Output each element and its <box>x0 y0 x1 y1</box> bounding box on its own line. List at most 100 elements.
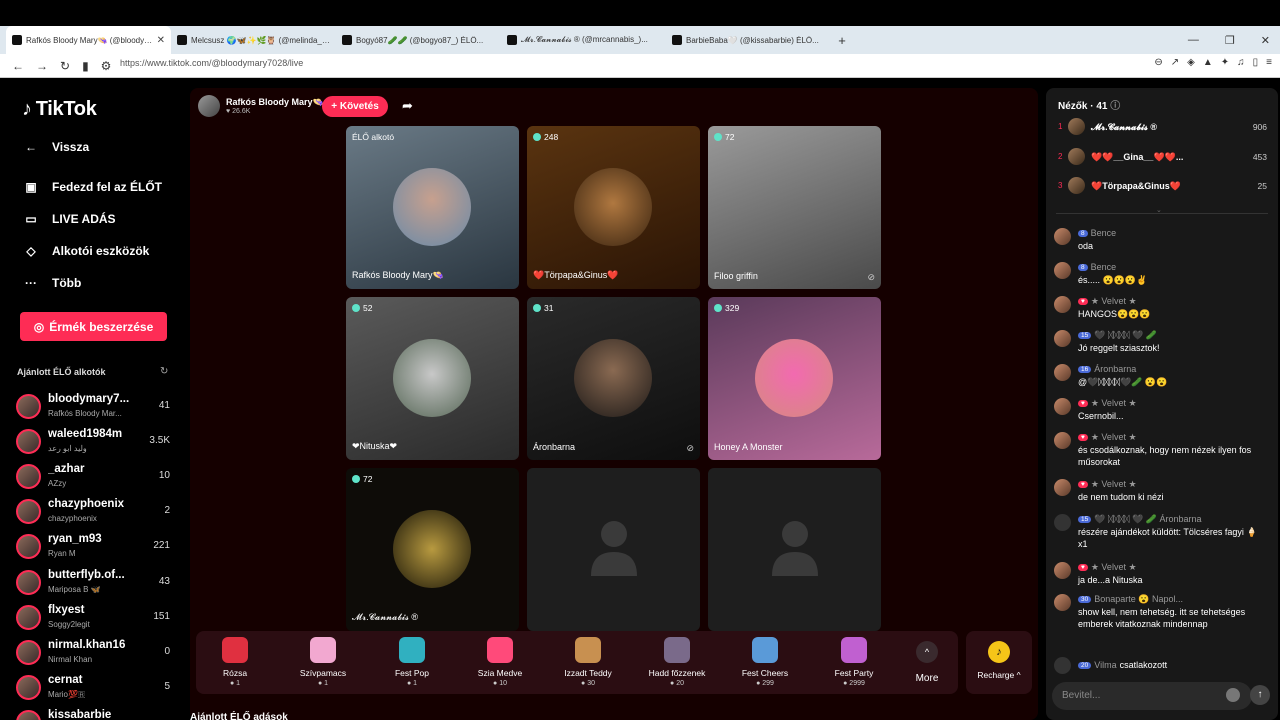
guest-tile[interactable]: 72 𝓜𝓻.𝓒𝓪𝓷𝓷𝓪𝓫𝓲𝓼 ® <box>346 468 519 631</box>
gift-item[interactable]: Izzadt Teddy ● 30 <box>546 637 630 687</box>
avatar[interactable] <box>1054 562 1071 579</box>
top-viewer[interactable]: 3 ❤️Törpapa&Ginus❤️ 25 <box>1056 177 1271 195</box>
share-arrow-icon[interactable]: ➦ <box>402 98 413 114</box>
gift-item[interactable]: Fest Pop ● 1 <box>370 637 454 687</box>
bear-icon <box>487 637 513 663</box>
minimize-icon[interactable]: — <box>1188 34 1199 46</box>
gift-item[interactable]: Fest Cheers ● 299 <box>723 637 807 687</box>
recharge-button[interactable]: ♪ Recharge ^ <box>966 631 1032 694</box>
username[interactable]: Vilma <box>1094 660 1116 670</box>
nav-go-live[interactable]: ▭ LIVE ADÁS <box>24 212 115 226</box>
close-icon[interactable]: ✕ <box>157 35 165 46</box>
guest-tile[interactable]: 31 Áronbarna ⊘ <box>527 297 700 460</box>
gift-item[interactable]: Szia Medve ● 10 <box>458 637 542 687</box>
empty-seat[interactable] <box>708 468 881 631</box>
gift-item[interactable]: Rózsa ● 1 <box>193 637 277 687</box>
shield-icon[interactable]: ◈ <box>1187 57 1195 68</box>
guest-tile[interactable]: 248 ❤️Törpapa&Ginus❤️ <box>527 126 700 289</box>
recommended-creator[interactable]: waleed1984m وليد ابو رعد 3.5K <box>16 427 176 457</box>
host-info[interactable]: Rafkós Bloody Mary👒 ♥ 26.6K <box>198 94 324 118</box>
share-icon[interactable]: ↗ <box>1171 57 1179 68</box>
avatar[interactable] <box>1054 330 1071 347</box>
username[interactable]: ★ Velvet ★ <box>1091 398 1137 409</box>
extension-icon[interactable]: ▲ <box>1203 57 1213 68</box>
avatar[interactable] <box>1054 296 1071 313</box>
username[interactable]: Bence <box>1091 262 1117 272</box>
recommended-creator[interactable]: _azhar AZzy 10 <box>16 462 176 492</box>
follow-button[interactable]: + Követés <box>322 96 388 117</box>
nav-creator-tools[interactable]: ◇ Alkotói eszközök <box>24 244 149 258</box>
new-tab-button[interactable]: + <box>831 33 853 48</box>
avatar <box>16 534 41 559</box>
avatar[interactable] <box>1054 479 1071 496</box>
guest-tile[interactable]: 52 ❤Nituska❤ <box>346 297 519 460</box>
refresh-icon[interactable]: ↻ <box>160 366 168 377</box>
message-header: ♥ ★ Velvet ★ <box>1078 398 1137 409</box>
host-avatar[interactable] <box>198 95 220 117</box>
message-header: 16 Áronbarna <box>1078 364 1136 374</box>
gift-item[interactable]: Fest Party ● 2999 <box>812 637 896 687</box>
recommended-creator[interactable]: chazyphoenix chazyphoenix 2 <box>16 497 176 527</box>
username[interactable]: ★ Velvet ★ <box>1091 562 1137 573</box>
top-viewer[interactable]: 2 ❤️❤️__Gina__❤️❤️... 453 <box>1056 148 1271 166</box>
guest-tile-host[interactable]: ÉLŐ alkotó Rafkós Bloody Mary👒 <box>346 126 519 289</box>
avatar <box>16 710 41 720</box>
top-viewer[interactable]: 1 𝓜𝓻.𝓒𝓪𝓷𝓷𝓪𝓫𝓲𝓼 ® 906 <box>1056 118 1271 136</box>
avatar[interactable] <box>1054 398 1071 415</box>
nav-back[interactable]: ← Vissza <box>24 140 89 154</box>
username[interactable]: Bonaparte 😮 Napol... <box>1094 594 1183 605</box>
music-icon[interactable]: ♫ <box>1237 57 1245 68</box>
info-icon[interactable]: ⓘ <box>1110 101 1120 112</box>
url-field[interactable]: https://www.tiktok.com/@bloodymary7028/l… <box>120 58 303 68</box>
nav-explore-live[interactable]: ▣ Fedezd fel az ÉLŐT <box>24 180 162 194</box>
username[interactable]: ★ Velvet ★ <box>1091 479 1137 490</box>
forward-arrow-icon[interactable]: → <box>36 59 48 73</box>
menu-icon[interactable]: ≡ <box>1266 57 1272 68</box>
sidebar-icon[interactable]: ▯ <box>1253 57 1259 68</box>
username[interactable]: 🖤 ᛞᛞᛞᛞ 🖤 🥒 <box>1094 330 1157 341</box>
tab-bloodymary[interactable]: Rafkós Bloody Mary👒 (@bloodymary7028) ÉL… <box>6 26 171 54</box>
tab-melcsusz[interactable]: Melcsusz 🌍🦋✨🌿🦉 (@melinda_)... <box>171 26 336 54</box>
site-settings-icon[interactable]: ⚙ <box>101 59 112 73</box>
nav-more[interactable]: ··· Több <box>24 276 81 290</box>
maximize-icon[interactable]: ❐ <box>1225 34 1235 47</box>
username[interactable]: Áronbarna <box>1094 364 1136 374</box>
tab-mrcannabis[interactable]: 𝓜𝓻.𝓒𝓪𝓷𝓷𝓪𝓫𝓲𝓼 ® (@mrcannabis_)... <box>501 26 666 54</box>
avatar[interactable] <box>1054 432 1071 449</box>
gift-item[interactable]: Szívpamacs ● 1 <box>281 637 365 687</box>
recommended-creator[interactable]: flxyest Soggy2legit 151 <box>16 603 176 633</box>
avatar[interactable] <box>1054 228 1071 245</box>
send-arrow-icon[interactable]: ↑ <box>1250 685 1270 705</box>
more-gifts-button[interactable]: ^ More <box>905 641 949 684</box>
recommended-creator[interactable]: butterflyb.of... Mariposa B 🦋 43 <box>16 568 176 598</box>
get-coins-button[interactable]: ◎ Érmék beszerzése <box>20 312 167 341</box>
guest-tile[interactable]: 72 Filoo griffin ⊘ <box>708 126 881 289</box>
emoji-icon[interactable] <box>1226 688 1240 702</box>
bookmark-icon[interactable]: ▮ <box>82 59 89 73</box>
close-window-icon[interactable]: ✕ <box>1261 34 1270 47</box>
tab-bogyo87[interactable]: Bogyó87🥒🥒 (@bogyo87_) ÉLŐ... <box>336 26 501 54</box>
recommended-creator[interactable]: ryan_m93 Ryan M 221 <box>16 532 176 562</box>
username[interactable]: Bence <box>1091 228 1117 238</box>
zoom-icon[interactable]: ⊖ <box>1154 57 1162 68</box>
username[interactable]: ★ Velvet ★ <box>1091 296 1137 307</box>
guest-tile[interactable]: 329 Honey A Monster <box>708 297 881 460</box>
recommended-creator[interactable]: cernat Mario💯🇷 5 <box>16 673 176 703</box>
recommended-creator[interactable]: bloodymary7... Rafkós Bloody Mar... 41 <box>16 392 176 422</box>
tab-kissabarbie[interactable]: BarbieBaba🤍 (@kissabarbie) ÉLŐ... <box>666 26 831 54</box>
recommended-creator[interactable]: nirmal.khan16 Nirmal Khan 0 <box>16 638 176 668</box>
recommended-creator[interactable]: kissabarbie <box>16 708 176 720</box>
reload-icon[interactable]: ↻ <box>60 59 70 73</box>
avatar[interactable] <box>1054 364 1071 381</box>
puzzle-icon[interactable]: ✦ <box>1221 57 1229 68</box>
avatar[interactable] <box>1054 594 1071 611</box>
chat-input[interactable]: Bevitel... <box>1052 682 1252 710</box>
avatar[interactable] <box>1054 262 1071 279</box>
gift-item[interactable]: Hadd főzzenek ● 20 <box>635 637 719 687</box>
username[interactable]: ★ Velvet ★ <box>1091 432 1137 443</box>
tiktok-logo[interactable]: ♪ TikTok <box>22 98 97 121</box>
tile-count: 52 <box>363 303 373 313</box>
back-arrow-icon[interactable]: ← <box>12 59 24 73</box>
username[interactable]: 🖤 ᛞᛞᛞᛞ 🖤 🥒 Áronbarna <box>1094 514 1201 525</box>
empty-seat[interactable] <box>527 468 700 631</box>
